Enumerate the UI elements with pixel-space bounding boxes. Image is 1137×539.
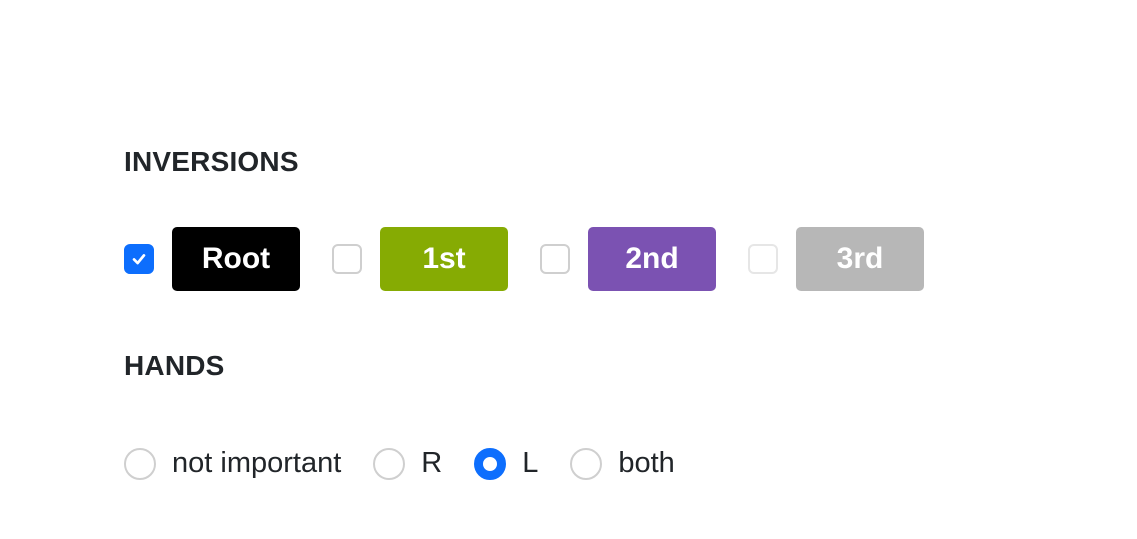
- third-badge[interactable]: 3rd: [796, 227, 924, 291]
- third-checkbox[interactable]: [748, 244, 778, 274]
- l-radio[interactable]: [474, 447, 507, 480]
- r-label[interactable]: R: [421, 447, 442, 480]
- both-label[interactable]: both: [618, 447, 674, 480]
- inversion-2nd[interactable]: 2nd: [540, 227, 716, 291]
- checkmark-icon: [132, 254, 146, 265]
- hands-option-both[interactable]: both: [570, 447, 675, 480]
- hands-option-not-important[interactable]: not important: [124, 447, 341, 480]
- l-label[interactable]: L: [522, 447, 538, 480]
- both-radio[interactable]: [570, 447, 603, 480]
- inversions-group: Root 1st 2nd 3rd: [124, 227, 956, 291]
- inversion-root[interactable]: Root: [124, 227, 300, 291]
- hands-heading: HANDS: [124, 350, 225, 381]
- second-badge[interactable]: 2nd: [588, 227, 716, 291]
- inversions-heading: INVERSIONS: [124, 146, 299, 177]
- r-radio[interactable]: [373, 447, 406, 480]
- hands-radio-group: not important R L both: [124, 447, 707, 480]
- first-checkbox[interactable]: [332, 244, 362, 274]
- first-badge[interactable]: 1st: [380, 227, 508, 291]
- inversion-3rd[interactable]: 3rd: [748, 227, 924, 291]
- not-important-label[interactable]: not important: [172, 447, 341, 480]
- hands-option-l[interactable]: L: [474, 447, 538, 480]
- hands-option-r[interactable]: R: [373, 447, 442, 480]
- root-badge[interactable]: Root: [172, 227, 300, 291]
- second-checkbox[interactable]: [540, 244, 570, 274]
- inversion-1st[interactable]: 1st: [332, 227, 508, 291]
- not-important-radio[interactable]: [124, 447, 156, 480]
- root-checkbox[interactable]: [124, 244, 154, 274]
